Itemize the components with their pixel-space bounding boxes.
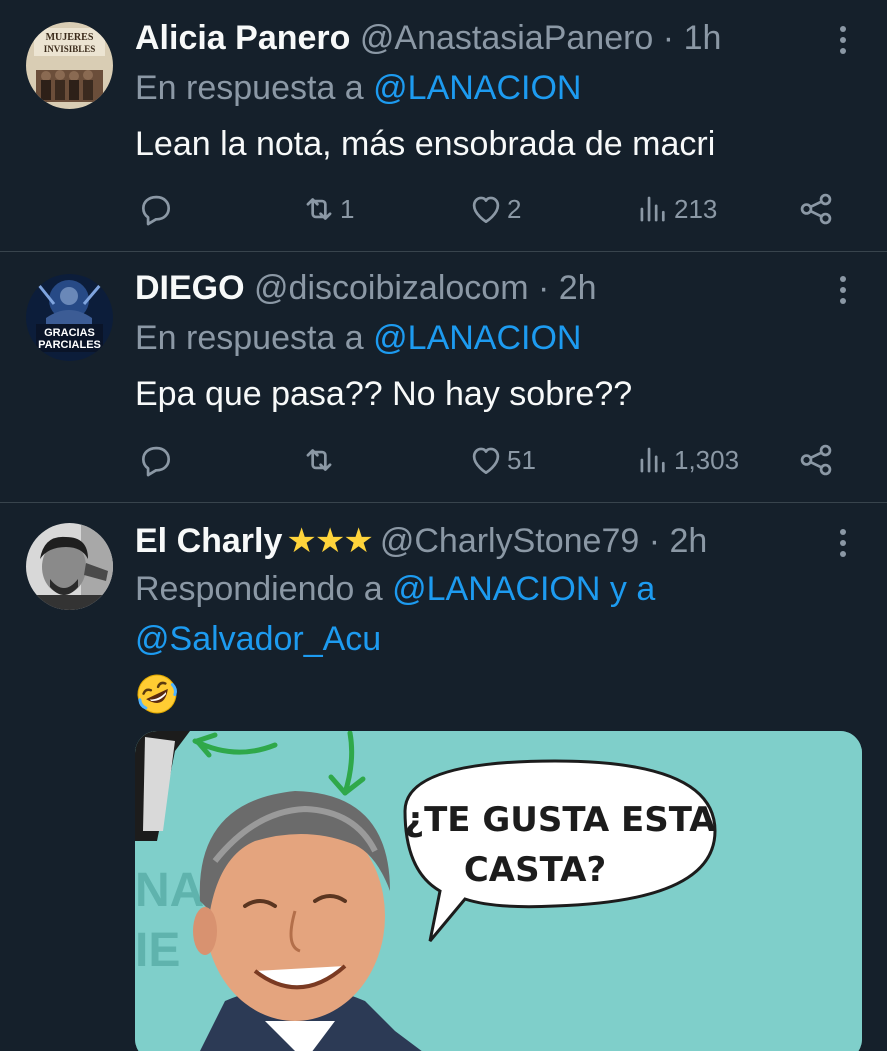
reply-icon	[141, 195, 171, 226]
avatar-text-1: MUJERES	[46, 32, 94, 43]
share-button[interactable]	[797, 187, 835, 231]
tweet-2[interactable]: GRACIAS PARCIALES DIEGO @discoibizalocom…	[0, 252, 887, 502]
reply-context: Respondiendo a @LANACION y a	[135, 565, 655, 613]
more-icon[interactable]	[833, 525, 853, 561]
reply-prefix: En respuesta a	[135, 69, 374, 107]
svg-text:IE: IE	[135, 924, 180, 977]
more-icon[interactable]	[833, 272, 853, 308]
share-icon	[800, 444, 832, 476]
share-icon	[800, 193, 832, 225]
tweet-time[interactable]: · 2h	[649, 522, 708, 560]
avatar-text-1: GRACIAS	[44, 327, 95, 339]
retweet-button[interactable]	[300, 438, 340, 482]
author-name[interactable]: DIEGO	[135, 269, 245, 307]
tweet-time[interactable]: · 2h	[538, 269, 597, 307]
action-bar: 1 2 213	[0, 187, 887, 231]
more-icon[interactable]	[833, 22, 853, 58]
reply-mention[interactable]: @LANACION	[392, 570, 600, 608]
reply-context: En respuesta a @LANACION	[135, 314, 582, 362]
author-handle[interactable]: @discoibizalocom	[254, 269, 529, 307]
tweet-time[interactable]: · 1h	[663, 19, 722, 57]
views-icon	[640, 196, 665, 222]
views-button[interactable]: 213	[634, 187, 717, 231]
reply-icon	[141, 446, 171, 477]
like-button[interactable]: 51	[467, 438, 536, 482]
views-button[interactable]: 1,303	[634, 438, 739, 482]
like-count: 51	[507, 444, 536, 475]
speech-text-1: ¿TE GUSTA ESTA	[404, 800, 716, 840]
reply-context: En respuesta a @LANACION	[135, 64, 582, 112]
svg-text:NA: NA	[135, 864, 204, 917]
reply-context-line-2: @Salvador_Acu	[135, 615, 381, 663]
reply-and: y a	[600, 570, 656, 608]
reply-mention[interactable]: @LANACION	[373, 319, 581, 357]
retweet-count: 1	[340, 193, 355, 224]
avatar[interactable]: GRACIAS PARCIALES	[26, 274, 113, 361]
tweet-media-image[interactable]: NA IE ¿TE GUSTA ESTA CASTA?	[135, 731, 862, 1051]
action-bar: 51 1,303	[0, 438, 887, 482]
like-icon	[472, 447, 500, 475]
tweet-header: El Charly ★★★ @CharlyStone79 · 2h	[135, 519, 827, 563]
reply-mention-2[interactable]: @Salvador_Acu	[135, 620, 381, 658]
tweet-header: Alicia Panero @AnastasiaPanero · 1h	[135, 16, 827, 60]
retweet-button[interactable]: 1	[300, 187, 354, 231]
like-button[interactable]: 2	[467, 187, 521, 231]
avatar-text-2: PARCIALES	[38, 339, 101, 351]
reply-prefix: En respuesta a	[135, 319, 374, 357]
speech-text-2: CASTA?	[464, 850, 606, 890]
author-name[interactable]: El Charly	[135, 522, 282, 560]
rolling-laughing-emoji-icon	[137, 674, 177, 714]
tweet-text: Epa que pasa?? No hay sobre??	[135, 375, 633, 413]
tweet-header: DIEGO @discoibizalocom · 2h	[135, 266, 827, 310]
reply-prefix: Respondiendo a	[135, 570, 393, 608]
tweet-1[interactable]: MUJERES INVISIBLES Alicia Panero @Anasta…	[0, 0, 887, 252]
author-name[interactable]: Alicia Panero	[135, 19, 350, 57]
tweet-text: Lean la nota, más ensobrada de macri	[135, 125, 716, 163]
author-handle[interactable]: @AnastasiaPanero	[360, 19, 653, 57]
author-handle[interactable]: @CharlyStone79	[380, 522, 639, 560]
retweet-icon	[306, 198, 332, 220]
views-count: 1,303	[674, 444, 740, 475]
like-count: 2	[507, 193, 522, 224]
views-icon	[640, 447, 665, 473]
avatar-text-2: INVISIBLES	[44, 44, 96, 54]
reply-button[interactable]	[137, 187, 175, 231]
avatar[interactable]: MUJERES INVISIBLES	[26, 22, 113, 109]
avatar[interactable]	[26, 523, 113, 610]
reply-mention[interactable]: @LANACION	[373, 69, 581, 107]
share-button[interactable]	[797, 438, 835, 482]
like-icon	[472, 196, 500, 224]
reply-button[interactable]	[137, 438, 175, 482]
star-icon: ★★★	[286, 522, 373, 560]
views-count: 213	[674, 193, 718, 224]
retweet-icon	[306, 449, 332, 471]
